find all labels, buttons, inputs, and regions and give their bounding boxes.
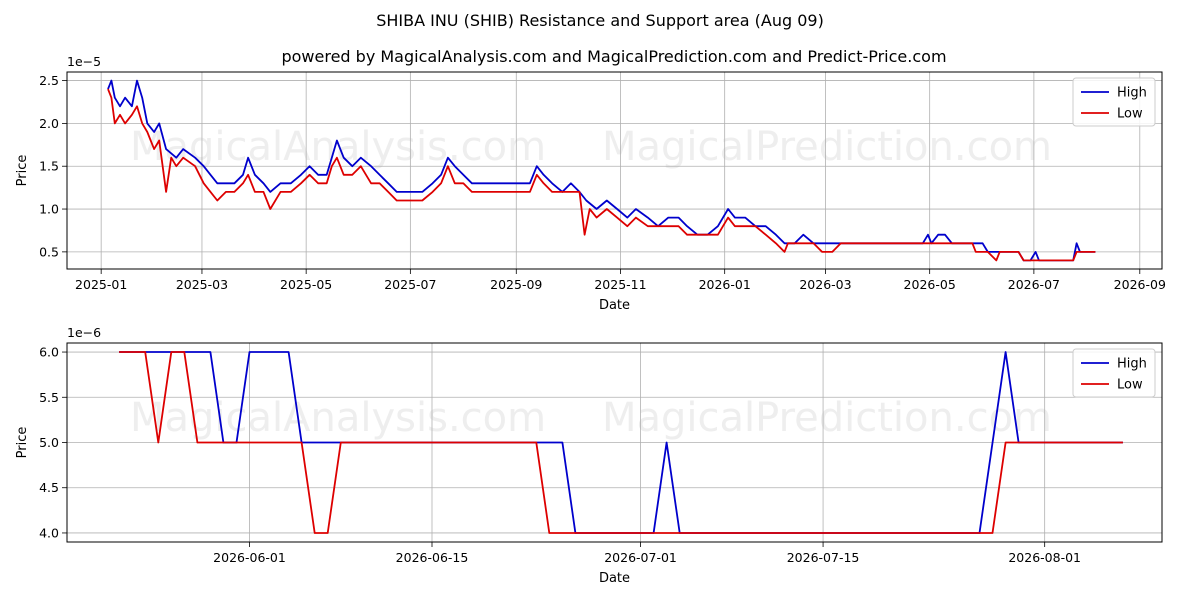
legend: High Low <box>1072 77 1156 127</box>
x-tick-label: 2025-03 <box>176 277 228 292</box>
y-tick-label: 2.0 <box>39 116 59 131</box>
legend: High Low <box>1072 348 1156 398</box>
y-tick-label: 1.5 <box>39 159 59 174</box>
legend-label-high: High <box>1117 86 1147 101</box>
figure-title: SHIBA INU (SHIB) Resistance and Support … <box>376 11 824 30</box>
x-tick-label: 2026-06-15 <box>396 550 469 565</box>
y-tick-label: 5.5 <box>39 390 59 405</box>
legend-label-low: Low <box>1117 107 1143 122</box>
x-axis-label: Date <box>599 571 630 586</box>
legend-label-high: High <box>1117 357 1147 372</box>
watermark-text: MagicalPrediction.com <box>602 395 1052 441</box>
x-tick-label: 2026-07 <box>1008 277 1060 292</box>
axis-scale-label: 1e−6 <box>67 325 101 340</box>
watermark-text: MagicalAnalysis.com <box>130 124 546 170</box>
x-tick-label: 2026-06-01 <box>213 550 286 565</box>
y-axis-label: Price <box>15 155 30 187</box>
figure-canvas: SHIBA INU (SHIB) Resistance and Support … <box>15 11 1166 586</box>
x-tick-label: 2026-09 <box>1114 277 1166 292</box>
bottom-chart-panel: MagicalAnalysis.com MagicalPrediction.com… <box>15 325 1163 586</box>
y-tick-label: 1.0 <box>39 202 59 217</box>
figure-subtitle: powered by MagicalAnalysis.com and Magic… <box>281 47 946 66</box>
x-axis-label: Date <box>599 298 630 313</box>
axis-scale-label: 1e−5 <box>67 54 101 69</box>
plot-area-frame <box>66 71 1163 270</box>
y-axis-label: Price <box>15 427 30 459</box>
x-tick-label: 2026-03 <box>799 277 851 292</box>
x-tick-label: 2026-01 <box>699 277 751 292</box>
x-tick-label: 2026-05 <box>904 277 956 292</box>
y-tick-label: 4.5 <box>39 480 59 495</box>
y-tick-label: 0.5 <box>39 244 59 259</box>
chart-figure: SHIBA INU (SHIB) Resistance and Support … <box>0 0 1200 600</box>
x-tick-label: 2025-11 <box>594 277 646 292</box>
y-tick-label: 2.5 <box>39 73 59 88</box>
x-tick-label: 2025-09 <box>490 277 542 292</box>
x-tick-label: 2025-07 <box>384 277 436 292</box>
series-line-high <box>107 79 1096 262</box>
x-tick-label: 2026-07-01 <box>604 550 677 565</box>
x-tick-label: 2026-08-01 <box>1008 550 1081 565</box>
top-chart-panel: MagicalAnalysis.com MagicalPrediction.com… <box>15 54 1166 313</box>
x-tick-label: 2025-05 <box>280 277 332 292</box>
y-tick-label: 5.0 <box>39 435 59 450</box>
legend-label-low: Low <box>1117 378 1143 393</box>
y-tick-label: 6.0 <box>39 345 59 360</box>
watermark-text: MagicalPrediction.com <box>602 124 1052 170</box>
x-tick-label: 2026-07-15 <box>787 550 860 565</box>
x-tick-label: 2025-01 <box>75 277 127 292</box>
y-tick-label: 4.0 <box>39 525 59 540</box>
